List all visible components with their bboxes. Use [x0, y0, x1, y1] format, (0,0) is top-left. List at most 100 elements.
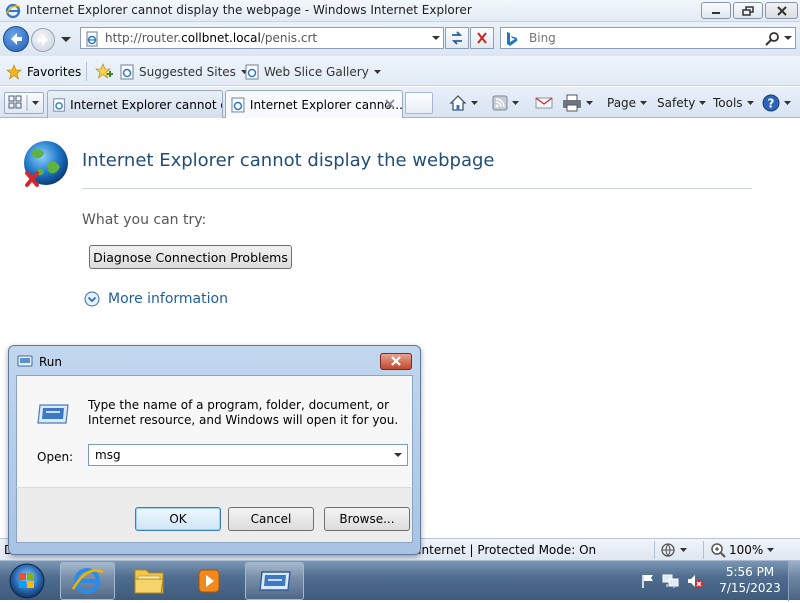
- back-button[interactable]: [3, 26, 29, 52]
- search-input[interactable]: [527, 30, 747, 46]
- zoom-level-button[interactable]: 100%: [710, 542, 775, 558]
- new-tab-button[interactable]: [405, 92, 433, 114]
- stop-icon: [477, 32, 487, 44]
- tab-error-page-2[interactable]: Internet Explorer canno...: [225, 90, 403, 118]
- page-icon: [231, 97, 245, 112]
- clock-date: 7/15/2023: [719, 581, 781, 595]
- chevron-down-icon: [640, 100, 648, 105]
- favorites-label: Favorites: [27, 65, 82, 79]
- more-information-label: More information: [108, 291, 228, 307]
- minimize-button[interactable]: [701, 2, 731, 19]
- stop-button[interactable]: [470, 27, 494, 49]
- page-icon: [53, 97, 65, 112]
- address-dropdown-icon[interactable]: [430, 32, 442, 44]
- back-arrow-icon: [11, 33, 22, 45]
- tools-menu[interactable]: Tools: [713, 92, 755, 114]
- chevron-down-icon: [746, 100, 754, 105]
- url-path: /penis.crt: [260, 31, 318, 45]
- help-icon: ?: [762, 94, 780, 112]
- add-favorite-star-icon: [95, 63, 113, 79]
- taskbar-run[interactable]: [245, 562, 304, 600]
- clock-time: 5:56 PM: [725, 565, 775, 579]
- network-icon[interactable]: [662, 573, 680, 589]
- read-mail-button[interactable]: [535, 92, 553, 114]
- browse-button[interactable]: Browse...: [324, 507, 410, 531]
- chevron-down-icon: [373, 69, 381, 74]
- minimize-icon: [712, 11, 720, 14]
- ok-button[interactable]: OK: [135, 507, 221, 531]
- tab-label: Internet Explorer cannot di...: [70, 97, 222, 112]
- system-tray: [640, 569, 710, 593]
- chevron-down-icon: [767, 547, 775, 552]
- start-button[interactable]: [4, 561, 50, 601]
- address-bar[interactable]: http://router.collbnet.local/penis.crt: [80, 27, 444, 49]
- search-icon[interactable]: [764, 31, 780, 47]
- taskbar-media-player[interactable]: [182, 562, 237, 600]
- feeds-button[interactable]: [492, 92, 520, 114]
- cancel-button[interactable]: Cancel: [228, 507, 314, 531]
- safety-menu-label: Safety: [657, 96, 696, 110]
- close-icon: [776, 5, 787, 16]
- svg-text:?: ?: [768, 97, 775, 111]
- add-to-favorites-bar-button[interactable]: [94, 62, 114, 82]
- suggested-sites-icon: [120, 64, 134, 80]
- quick-tabs-button[interactable]: [4, 92, 44, 114]
- run-dialog: Run Type the name of a program, folder, …: [8, 345, 421, 555]
- run-dialog-title-bar[interactable]: Run: [9, 346, 420, 374]
- navigation-bar: http://router.collbnet.local/penis.crt: [0, 22, 800, 56]
- search-dropdown-icon[interactable]: [782, 32, 794, 44]
- safety-menu[interactable]: Safety: [657, 92, 707, 114]
- diagnose-connection-button[interactable]: Diagnose Connection Problems: [89, 245, 292, 269]
- taskbar-windows-explorer[interactable]: [122, 562, 176, 600]
- tab-error-page-1[interactable]: Internet Explorer cannot di...: [47, 90, 223, 118]
- chevron-down-icon: [784, 100, 791, 105]
- refresh-button[interactable]: [445, 27, 469, 49]
- run-program-icon: [37, 404, 69, 424]
- taskbar-internet-explorer[interactable]: [60, 562, 115, 600]
- restore-button[interactable]: [733, 2, 763, 19]
- page-menu-label: Page: [607, 96, 637, 110]
- close-button[interactable]: [765, 2, 798, 19]
- action-center-flag-icon[interactable]: [640, 573, 656, 589]
- favorites-button[interactable]: Favorites: [6, 62, 81, 82]
- address-url[interactable]: http://router.collbnet.local/penis.crt: [105, 31, 317, 45]
- chevron-down-icon: [586, 100, 593, 105]
- refresh-icon: [451, 31, 463, 45]
- status-separator: [703, 541, 704, 559]
- taskbar-clock[interactable]: 5:56 PM 7/15/2023: [716, 564, 784, 596]
- open-combobox[interactable]: [88, 444, 408, 466]
- search-box[interactable]: [500, 27, 796, 49]
- volume-muted-icon[interactable]: [686, 573, 704, 589]
- help-menu[interactable]: ?: [762, 92, 792, 114]
- url-prefix: http://router.: [105, 31, 182, 45]
- open-input[interactable]: [93, 447, 383, 463]
- suggested-sites-label: Suggested Sites: [139, 65, 236, 79]
- page-menu[interactable]: Page: [607, 92, 648, 114]
- recent-pages-dropdown-icon[interactable]: [58, 31, 74, 47]
- more-information-link[interactable]: More information: [84, 289, 228, 309]
- home-icon: [449, 95, 467, 111]
- show-desktop-button[interactable]: [788, 561, 800, 601]
- run-dialog-title: Run: [39, 355, 63, 369]
- security-zone-status[interactable]: Internet | Protected Mode: On: [418, 543, 596, 557]
- close-icon: [391, 356, 401, 366]
- favorites-separator: [86, 62, 87, 81]
- status-separator: [654, 541, 655, 559]
- run-close-button[interactable]: [380, 353, 412, 370]
- run-icon: [17, 355, 33, 367]
- suggested-sites-item[interactable]: Suggested Sites: [119, 62, 249, 82]
- home-button[interactable]: [449, 92, 479, 114]
- mail-icon: [535, 97, 553, 109]
- web-slice-icon: [245, 64, 259, 80]
- web-slice-gallery-label: Web Slice Gallery: [264, 65, 369, 79]
- chevron-down-icon[interactable]: [392, 449, 404, 461]
- url-domain: collbnet.local: [181, 31, 261, 45]
- zoom-level: 100%: [729, 543, 764, 557]
- close-tab-icon[interactable]: [384, 98, 396, 110]
- print-button[interactable]: [562, 92, 594, 114]
- open-label: Open:: [37, 450, 74, 464]
- web-slice-gallery-item[interactable]: Web Slice Gallery: [244, 62, 382, 82]
- protected-mode-button[interactable]: [660, 542, 688, 558]
- forward-button[interactable]: [31, 28, 55, 52]
- expand-chevron-icon: [84, 291, 100, 307]
